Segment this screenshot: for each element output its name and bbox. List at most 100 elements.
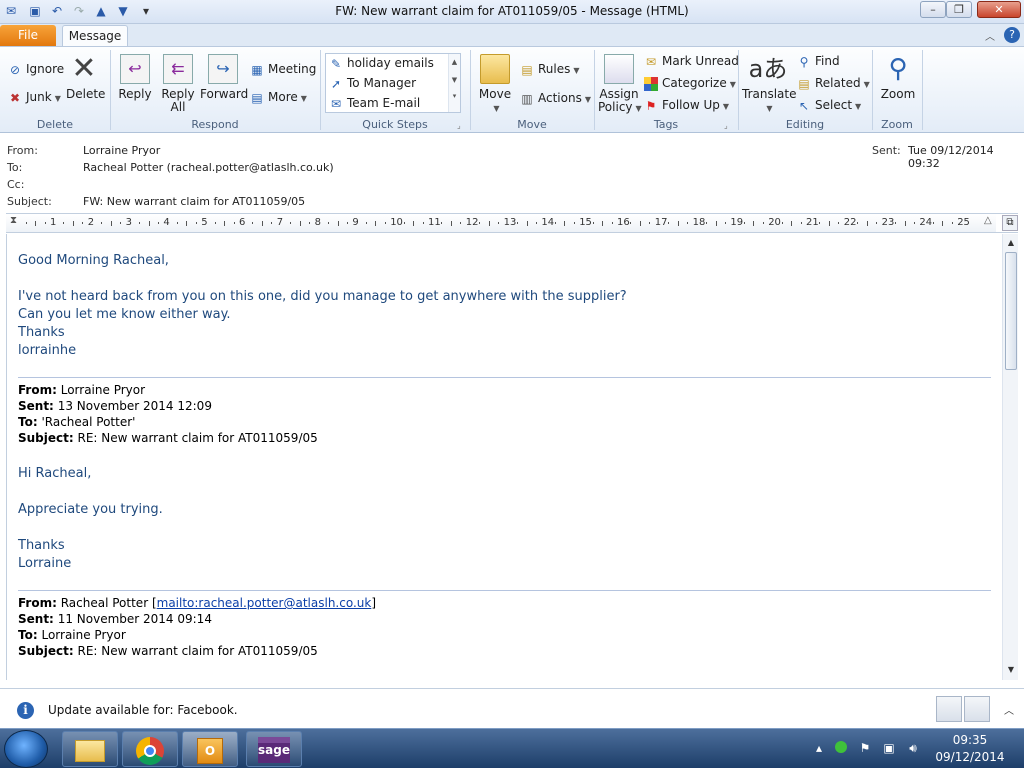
tab-message[interactable]: Message [62,25,128,47]
network-icon[interactable]: ▣ [882,741,896,755]
quick-step-icon: ➚ [330,76,342,91]
status-green-icon[interactable] [834,741,848,755]
chrome-icon[interactable] [122,731,178,767]
body-line: I've not heard back from you on this one… [18,289,627,304]
help-icon[interactable]: ? [1004,27,1020,43]
ruler-tick [554,222,556,224]
quick-steps-scroll[interactable]: ▲ ▼ ▾ [448,54,460,112]
person-icon[interactable] [936,696,962,722]
reply-button[interactable]: ↩ Reply [116,54,154,101]
ruler-tick [706,222,708,224]
related-button[interactable]: ▤ Related ▼ [797,74,869,92]
tab-file[interactable]: File [0,25,56,46]
people-pane-bar: i Update available for: Facebook. ︿ [0,688,1024,728]
message-body[interactable]: Good Morning Racheal, I've not heard bac… [6,234,1002,680]
indent-marker-icon[interactable]: ⧗ [10,215,17,226]
quick-step-holiday-emails[interactable]: ✎ holiday emails [329,54,449,73]
close-button[interactable]: ✕ [977,1,1021,18]
maximize-button[interactable]: ❐ [946,1,972,18]
to-value[interactable]: Racheal Potter (racheal.potter@atlaslh.c… [83,161,334,174]
vertical-scrollbar[interactable]: ▲ ▼ [1002,234,1018,680]
cursor-icon: ↖ [798,98,810,113]
quick-step-team-email[interactable]: ✉ Team E-mail [329,94,449,113]
ruler-tick [602,221,604,226]
ruler-tick [44,222,46,224]
body-greeting: Good Morning Racheal, [18,253,169,268]
start-button[interactable] [4,730,48,768]
ruler-tick [413,221,415,226]
right-indent-marker-icon[interactable]: △ [984,215,992,226]
ignore-button[interactable]: ⊘ Ignore [8,60,64,78]
ruler-number: 23 [881,217,895,228]
clock-time[interactable]: 09:35 [940,733,1000,747]
volume-icon[interactable]: 🔊︎ [906,741,920,755]
collapse-ribbon-icon[interactable]: ︿ [985,28,995,43]
quote-to: To: 'Racheal Potter' [18,415,136,429]
meeting-button[interactable]: ▦ Meeting [250,60,316,78]
ruler-tick [35,221,37,226]
forward-button[interactable]: ↪ Forward [200,54,248,101]
subject-label: Subject: [7,195,52,208]
translate-button[interactable]: aあ Translate ▼ [742,54,797,115]
ruler-number: 15 [579,217,592,228]
junk-button[interactable]: ✖ Junk ▼ [8,88,61,106]
ruler-tick [337,221,339,226]
body-signature: lorrainhe [18,343,77,358]
more-button[interactable]: ▤ More ▼ [250,88,307,106]
ruler-tick [63,222,65,224]
assign-policy-button[interactable]: Assign Policy ▼ [598,54,642,115]
expand-pane-icon[interactable]: ︿ [1004,702,1014,717]
find-button[interactable]: ⚲ Find [797,52,840,70]
quick-step-to-manager[interactable]: ➚ To Manager [329,74,449,93]
ruler-number: 20 [768,217,781,228]
person-icon[interactable] [964,696,990,722]
rules-button[interactable]: ▤ Rules ▼ [520,60,579,78]
mark-unread-icon: ✉ [645,54,657,69]
ruler: ⧗ △ 1 2 3 4 5 6 7 8 9 10 11 12 13 14 15 16 17 18 19 20 21 22 2… [6,213,1018,233]
ruler-number: 17 [654,217,668,228]
clock-date[interactable]: 09/12/2014 [930,750,1010,764]
delete-button[interactable]: ✕ Delete [66,54,105,101]
from-value[interactable]: Lorraine Pryor [83,144,160,157]
dialog-launcher-icon[interactable]: ⌟ [724,121,728,130]
reply-icon: ↩ [120,54,150,84]
explorer-icon[interactable] [62,731,118,767]
quote-greeting: Hi Racheal, [18,466,92,481]
ruler-tick [422,222,424,224]
quote-signature: Lorraine [18,556,72,571]
scroll-down-icon[interactable]: ▼ [1005,664,1017,676]
ruler-tick [224,221,226,226]
quote-subject: Subject: RE: New warrant claim for AT011… [18,431,318,445]
reply-all-button[interactable]: ⇇ Reply All [158,54,198,114]
categorize-icon [644,76,658,91]
scroll-up-icon[interactable]: ▲ [1005,237,1017,249]
minimize-button[interactable]: – [920,1,946,18]
mark-unread-button[interactable]: ✉ Mark Unread [644,52,739,70]
sage-icon[interactable]: sage [246,731,302,767]
scroll-thumb[interactable] [1005,252,1017,370]
ruler-tick [668,222,670,224]
view-ruler-icon[interactable]: ⧉ [1002,215,1018,231]
outlook-icon[interactable]: O [182,731,238,767]
ruler-number: 3 [125,217,132,228]
zoom-button[interactable]: ⚲ Zoom [878,54,918,101]
ruler-tick [762,222,764,224]
move-button[interactable]: Move ▼ [476,54,514,115]
ruler-tick [195,222,197,224]
mailto-link[interactable]: mailto:racheal.potter@atlaslh.co.uk [157,596,372,610]
actions-button[interactable]: ▥ Actions ▼ [520,89,591,107]
ruler-tick [895,222,897,224]
ruler-tick [838,222,840,224]
quote-sent: Sent: 13 November 2014 12:09 [18,399,212,413]
rules-icon: ▤ [521,62,533,77]
categorize-button[interactable]: Categorize ▼ [644,74,736,92]
tray-expand-icon[interactable]: ▴ [812,741,826,755]
ruler-number: 4 [163,217,170,228]
cc-label: Cc: [7,178,25,191]
select-button[interactable]: ↖ Select ▼ [797,96,861,114]
quote-sent: Sent: 11 November 2014 09:14 [18,612,212,626]
follow-up-button[interactable]: ⚑ Follow Up ▼ [644,96,729,114]
dialog-launcher-icon[interactable]: ⌟ [457,121,461,130]
flag-icon[interactable]: ⚑ [858,741,872,755]
update-notice[interactable]: Update available for: Facebook. [48,703,238,717]
